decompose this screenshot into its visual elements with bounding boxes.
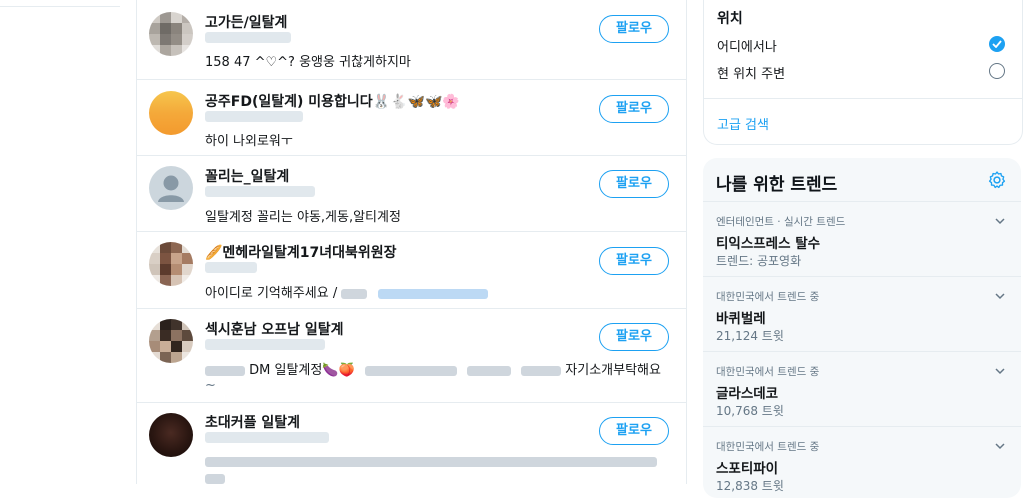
chevron-down-icon[interactable] <box>993 214 1007 228</box>
trend-item[interactable]: 대한민국에서 트렌드 중 바퀴벌레 21,124 트윗 <box>703 277 1021 352</box>
trend-context: 대한민국에서 트렌드 중 <box>716 291 820 303</box>
account-bio <box>205 453 657 487</box>
option-anywhere-label[interactable]: 어디에서나 <box>717 36 777 55</box>
account-handle <box>205 32 291 43</box>
account-handle <box>205 339 325 350</box>
follow-button[interactable]: 팔로우 <box>599 170 669 198</box>
trend-subtitle: 트렌드: 공포영화 <box>716 254 802 268</box>
trends-panel: 나를 위한 트렌드 엔터테인먼트 · 실시간 트렌드 티익스프레스 탈수 트렌드… <box>703 158 1021 498</box>
chevron-down-icon[interactable] <box>993 439 1007 453</box>
account-handle <box>205 262 257 273</box>
trend-item[interactable]: 엔터테인먼트 · 실시간 트렌드 티익스프레스 탈수 트렌드: 공포영화 <box>703 202 1021 277</box>
trend-tweet-count: 12,838 트윗 <box>716 479 784 493</box>
trend-item[interactable]: 대한민국에서 트렌드 중 스포티파이 12,838 트윗 <box>703 427 1021 498</box>
left-column <box>0 0 136 484</box>
follow-button[interactable]: 팔로우 <box>599 247 669 275</box>
trend-item[interactable]: 대한민국에서 트렌드 중 글라스데코 10,768 트윗 <box>703 352 1021 427</box>
account-bio: 일탈계정 꼴리는 야동,게동,알티계정 <box>205 210 401 225</box>
account-bio: 아이디로 기억해주세요 / <box>205 282 488 301</box>
account-name[interactable]: 🥖멘헤라일탈계17녀대북위원장 <box>205 242 396 262</box>
avatar[interactable] <box>149 319 193 363</box>
location-title: 위치 <box>717 11 743 27</box>
trend-name[interactable]: 스포티파이 <box>716 457 778 477</box>
avatar[interactable] <box>149 91 193 135</box>
divider <box>0 6 120 7</box>
advanced-search-link[interactable]: 고급 검색 <box>717 114 769 133</box>
trend-context: 엔터테인먼트 · 실시간 트렌드 <box>716 216 846 228</box>
account-handle <box>205 186 315 197</box>
follow-button[interactable]: 팔로우 <box>599 95 669 123</box>
avatar[interactable] <box>149 12 193 56</box>
trend-name[interactable]: 글라스데코 <box>716 382 778 402</box>
trends-title: 나를 위한 트렌드 <box>716 175 838 195</box>
avatar[interactable] <box>149 413 193 457</box>
avatar[interactable] <box>149 242 193 286</box>
trend-context: 대한민국에서 트렌드 중 <box>716 366 820 378</box>
account-bio: 하이 나외로워ㅜ <box>205 134 293 149</box>
account-handle <box>205 111 303 122</box>
trend-tweet-count: 21,124 트윗 <box>716 329 784 343</box>
account-name[interactable]: 섹시훈남 오프남 일탈계 <box>205 319 344 339</box>
account-name[interactable]: 꼴리는_일탈계 <box>205 166 289 186</box>
follow-button[interactable]: 팔로우 <box>599 15 669 43</box>
chevron-down-icon[interactable] <box>993 289 1007 303</box>
list-item[interactable]: 고가든/일탈계 158 47 ^♡^? 웅앵웅 귀찮게하지마 팔로우 <box>137 0 686 80</box>
account-bio-continuation: ~ <box>205 378 216 393</box>
trends-header: 나를 위한 트렌드 <box>703 158 1021 202</box>
account-bio: DM 일탈계정🍆🍑 자기소개부탁해요 <box>205 359 661 378</box>
trend-tweet-count: 10,768 트윗 <box>716 404 784 418</box>
trend-name[interactable]: 바퀴벌레 <box>716 307 766 327</box>
account-handle <box>205 432 329 443</box>
list-item[interactable]: 공주FD(일탈계) 미용합니다🐰🐇🦋🦋🌸 하이 나외로워ㅜ 팔로우 <box>137 79 686 156</box>
list-item[interactable]: 꼴리는_일탈계 일탈계정 꼴리는 야동,게동,알티계정 팔로우 <box>137 155 686 232</box>
location-filter-panel: 위치 어디에서나 현 위치 주변 고급 검색 <box>703 0 1023 145</box>
list-item[interactable]: 초대커플 일탈계 팔로우 <box>137 402 686 492</box>
who-to-follow-list: 고가든/일탈계 158 47 ^♡^? 웅앵웅 귀찮게하지마 팔로우 공주FD(… <box>136 0 687 484</box>
follow-button[interactable]: 팔로우 <box>599 417 669 445</box>
account-bio: 158 47 ^♡^? 웅앵웅 귀찮게하지마 <box>205 55 411 70</box>
radio-anywhere-checked-icon[interactable] <box>989 36 1005 52</box>
option-nearby-label[interactable]: 현 위치 주변 <box>717 63 785 82</box>
list-item[interactable]: 🥖멘헤라일탈계17녀대북위원장 아이디로 기억해주세요 / 팔로우 <box>137 231 686 309</box>
trend-context: 대한민국에서 트렌드 중 <box>716 441 820 453</box>
radio-nearby-icon[interactable] <box>989 63 1005 79</box>
default-avatar-icon[interactable] <box>149 166 193 210</box>
account-name[interactable]: 공주FD(일탈계) 미용합니다🐰🐇🦋🦋🌸 <box>205 91 460 111</box>
divider <box>704 98 1022 99</box>
chevron-down-icon[interactable] <box>993 364 1007 378</box>
list-item[interactable]: 섹시훈남 오프남 일탈계 DM 일탈계정🍆🍑 자기소개부탁해요 ~ 팔로우 <box>137 308 686 403</box>
account-name[interactable]: 초대커플 일탈계 <box>205 412 300 432</box>
follow-button[interactable]: 팔로우 <box>599 323 669 351</box>
trend-name[interactable]: 티익스프레스 탈수 <box>716 232 820 252</box>
gear-icon[interactable] <box>987 170 1007 190</box>
account-name[interactable]: 고가든/일탈계 <box>205 12 287 32</box>
